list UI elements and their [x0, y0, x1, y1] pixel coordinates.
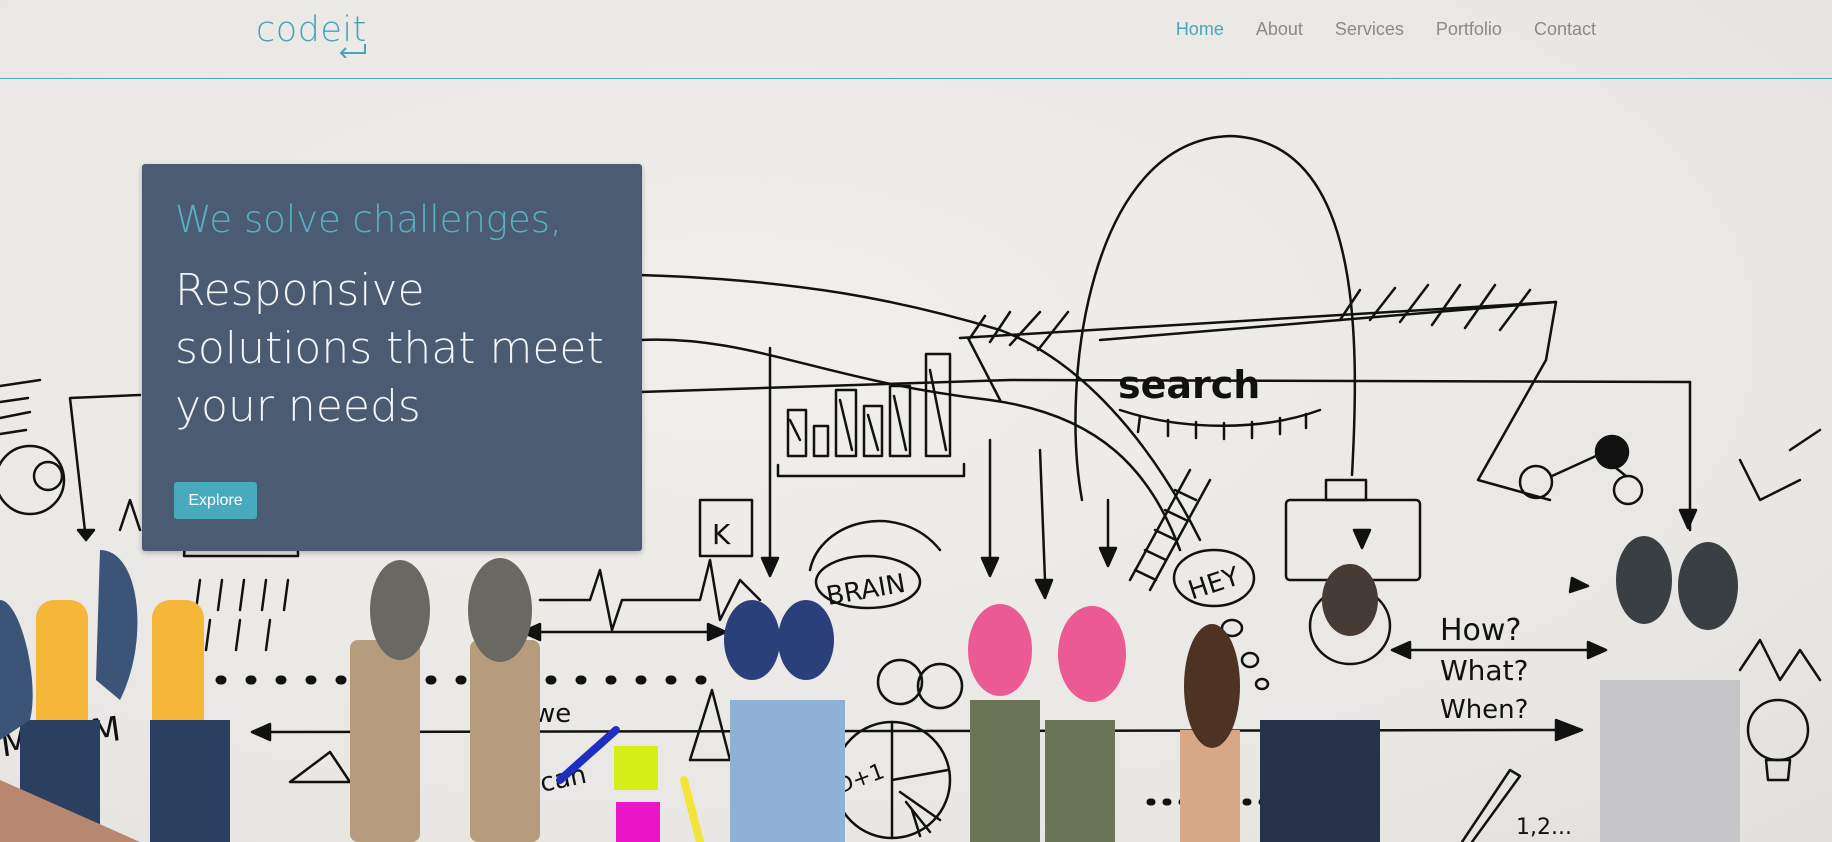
doodle-what-text: What? — [1440, 654, 1528, 687]
hero-subtitle: We solve challenges, — [175, 198, 562, 241]
hero-background: search BRAIN HEY How? What? When? we can… — [0, 0, 1832, 842]
doodle-brain-text: BRAIN — [824, 569, 908, 612]
nav-contact[interactable]: Contact — [1534, 19, 1596, 40]
hero-card: We solve challenges, Responsive solution… — [142, 164, 642, 551]
doodle-when-text: When? — [1440, 695, 1528, 725]
brand-logo[interactable]: codeit — [256, 10, 367, 60]
nav-about[interactable]: About — [1256, 19, 1303, 40]
explore-button[interactable]: Explore — [174, 482, 257, 519]
nav-services[interactable]: Services — [1335, 19, 1404, 40]
nav-home[interactable]: Home — [1176, 19, 1224, 40]
doodle-hey-text: HEY — [1185, 562, 1244, 607]
main-nav: Home About Services Portfolio Contact — [1144, 19, 1596, 40]
top-navbar: codeit Home About Services Portfolio Con… — [0, 0, 1832, 79]
hero-title: Responsive solutions that meet your need… — [175, 265, 604, 432]
doodle-arch — [1074, 134, 1357, 502]
enter-arrow-icon — [339, 44, 366, 58]
nav-portfolio[interactable]: Portfolio — [1436, 19, 1502, 40]
doodle-k-text: K — [712, 518, 731, 551]
doodle-search-text: search — [1118, 363, 1260, 407]
doodle-how-text: How? — [1440, 613, 1521, 648]
doodle-seq-text: 1,2... — [1516, 815, 1572, 840]
